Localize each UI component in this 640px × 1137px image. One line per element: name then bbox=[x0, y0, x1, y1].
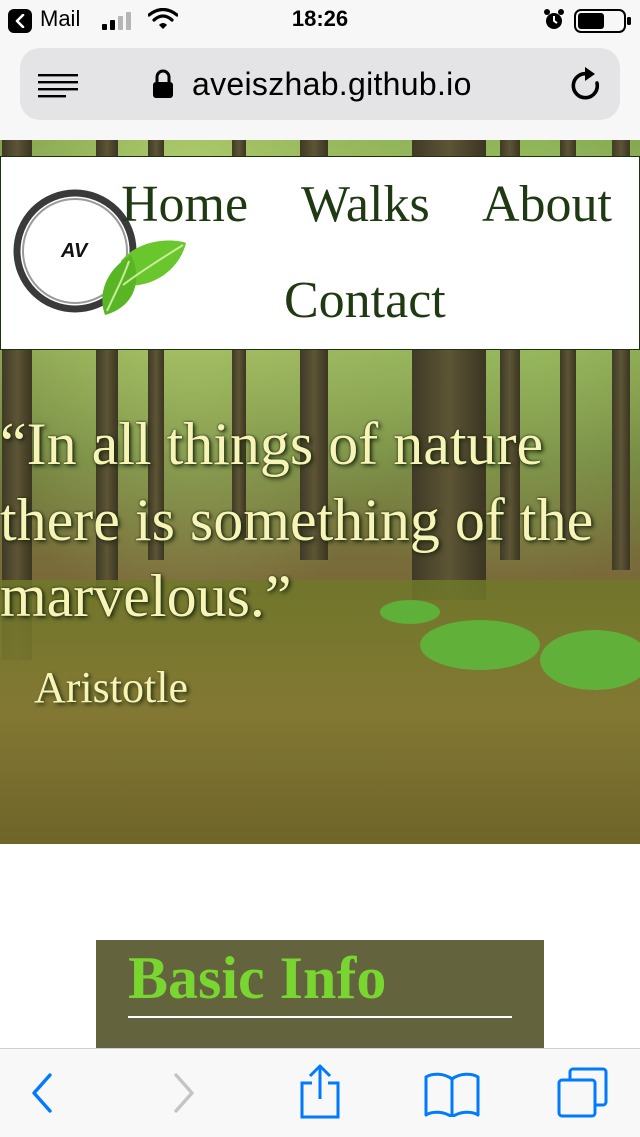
share-icon[interactable] bbox=[298, 1063, 342, 1119]
tabs-icon[interactable] bbox=[556, 1067, 610, 1119]
hero-quote: “In all things of nature there is someth… bbox=[0, 406, 640, 634]
back-icon[interactable] bbox=[28, 1071, 56, 1115]
reload-icon[interactable] bbox=[568, 66, 604, 104]
browser-address-area: aveiszhab.github.io bbox=[0, 40, 640, 140]
bookmarks-icon[interactable] bbox=[424, 1071, 480, 1117]
nav-link-about[interactable]: About bbox=[482, 175, 612, 234]
nav-link-home[interactable]: Home bbox=[121, 175, 248, 234]
quote-author: Aristotle bbox=[34, 663, 188, 712]
forward-icon[interactable] bbox=[170, 1071, 198, 1115]
url-text[interactable]: aveiszhab.github.io bbox=[192, 66, 472, 103]
menu-icon[interactable] bbox=[38, 74, 80, 98]
heading-underline bbox=[128, 1016, 512, 1018]
alarm-icon bbox=[544, 9, 564, 29]
nav-link-walks[interactable]: Walks bbox=[301, 175, 430, 234]
hero-banner: AV Home Walks About Contact “In all thin… bbox=[0, 140, 640, 844]
browser-toolbar bbox=[0, 1048, 640, 1137]
battery-icon bbox=[574, 9, 631, 33]
quote-line: marvelous.” bbox=[0, 563, 292, 629]
status-bar: Mail 18:26 bbox=[0, 0, 640, 40]
address-bar[interactable]: aveiszhab.github.io bbox=[20, 48, 620, 120]
nav-link-contact[interactable]: Contact bbox=[284, 271, 446, 330]
site-navigation: AV Home Walks About Contact bbox=[0, 156, 640, 350]
fern-patch bbox=[540, 630, 640, 690]
section-heading: Basic Info bbox=[128, 945, 387, 1011]
logo-text: AV bbox=[60, 240, 89, 262]
quote-line: “In all things of nature bbox=[0, 411, 544, 477]
quote-line: there is something of the bbox=[0, 487, 594, 553]
basic-info-section: Basic Info bbox=[96, 940, 544, 1048]
lock-icon bbox=[153, 69, 173, 98]
